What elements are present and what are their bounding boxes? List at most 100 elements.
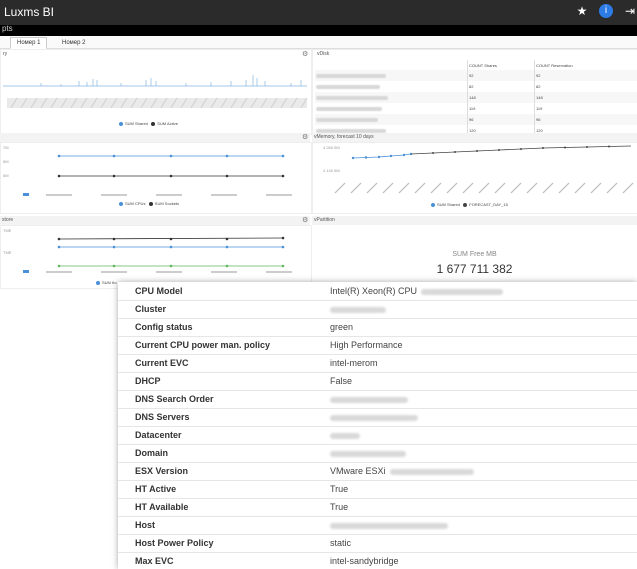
property-value-wrap: VMware ESXi bbox=[330, 466, 474, 476]
panel-header: store bbox=[0, 216, 310, 225]
table-row: 82 82 bbox=[315, 81, 637, 92]
summary-value: 1 677 711 382 bbox=[436, 262, 513, 276]
header-actions: ★ i ⇥ bbox=[575, 4, 637, 18]
property-value: Intel(R) Xeon(R) CPU bbox=[330, 286, 418, 296]
legend-item: SUM Shared bbox=[125, 121, 148, 126]
panel-mid-left: 7M 5M 5M SUM CPUs SUM Sockets bbox=[0, 142, 312, 214]
property-row: DNS Servers bbox=[118, 408, 637, 427]
column-header: COUNT Shares bbox=[467, 60, 535, 70]
properties-popup: CPU Model Intel(R) Xeon(R) CPU Cluster C… bbox=[118, 282, 637, 569]
table-row: 148 148 bbox=[315, 92, 637, 103]
property-value: False bbox=[330, 376, 353, 386]
star-icon[interactable]: ★ bbox=[575, 4, 589, 18]
property-value: intel-sandybridge bbox=[330, 556, 399, 566]
table-row: 119 119 bbox=[315, 103, 637, 114]
property-key: Host Power Policy bbox=[135, 538, 214, 548]
panel-header: vMemory, forecast 10 days bbox=[312, 133, 637, 142]
property-row: Datacenter bbox=[118, 426, 637, 445]
property-key: DNS Servers bbox=[135, 412, 190, 422]
panel-bottom-left: ТМЕ ТМЕ SUM Ко bbox=[0, 225, 312, 289]
panel-mid-right: 4 265 5M 4 140 5M SUM Shared FORECAST_DA… bbox=[312, 142, 637, 214]
property-key: Cluster bbox=[135, 304, 167, 314]
panel-header bbox=[0, 133, 310, 142]
property-row: ESX Version VMware ESXi bbox=[118, 462, 637, 481]
property-key: ESX Version bbox=[135, 466, 189, 476]
property-key: CPU Model bbox=[135, 286, 183, 296]
property-key: Host bbox=[135, 520, 155, 530]
legend: SUM CPUs SUM Sockets bbox=[119, 201, 179, 206]
panel-top-right: vDisk COUNT Shares COUNT Reservation 92 … bbox=[312, 49, 637, 136]
property-row: Max EVC intel-sandybridge bbox=[118, 552, 637, 569]
property-value: VMware ESXi bbox=[330, 466, 386, 476]
property-key: DNS Search Order bbox=[135, 394, 214, 404]
panel-top-left: ry SUM Shared SUM Active bbox=[0, 49, 312, 135]
table-cell: 119 bbox=[467, 103, 535, 114]
property-row: Config status green bbox=[118, 318, 637, 337]
property-value: True bbox=[330, 484, 349, 494]
top-bar: Luxms BI ★ i ⇥ bbox=[0, 0, 637, 25]
table-cell: 96 bbox=[467, 114, 535, 125]
table-cell: 82 bbox=[534, 81, 637, 92]
table-header: COUNT Shares COUNT Reservation bbox=[315, 60, 637, 70]
legend: SUM Ко bbox=[96, 280, 117, 285]
property-row: DHCP False bbox=[118, 372, 637, 391]
property-row: Current EVC intel-merom bbox=[118, 354, 637, 373]
table-cell: 148 bbox=[534, 92, 637, 103]
tab-bar: Номер 1 Номер 2 bbox=[0, 36, 637, 49]
legend-item: SUM Shared bbox=[437, 202, 460, 207]
legend-item: SUM Active bbox=[157, 121, 178, 126]
property-value: static bbox=[330, 538, 352, 548]
line-chart bbox=[23, 236, 292, 273]
panel-header: vPartition bbox=[312, 216, 637, 225]
table-cell: 148 bbox=[467, 92, 535, 103]
property-key: Current CPU power man. policy bbox=[135, 340, 271, 350]
property-value: green bbox=[330, 322, 354, 332]
property-row: Cluster bbox=[118, 300, 637, 319]
legend-item: SUM CPUs bbox=[125, 201, 146, 206]
sub-bar: pts bbox=[0, 24, 637, 36]
property-row: Host bbox=[118, 516, 637, 535]
property-value: intel-merom bbox=[330, 358, 378, 368]
property-row: Host Power Policy static bbox=[118, 534, 637, 553]
tab-1[interactable]: Номер 1 bbox=[10, 37, 48, 49]
gear-icon[interactable]: ⚙ bbox=[302, 50, 308, 58]
breadcrumb: pts bbox=[2, 24, 13, 33]
property-row: Current CPU power man. policy High Perfo… bbox=[118, 336, 637, 355]
property-value-wrap bbox=[330, 394, 408, 404]
panel-title: vMemory, forecast 10 days bbox=[314, 134, 374, 140]
property-value-wrap: Intel(R) Xeon(R) CPU bbox=[330, 286, 504, 296]
property-row: HT Available True bbox=[118, 498, 637, 517]
property-value-wrap bbox=[330, 304, 386, 314]
property-value-wrap bbox=[330, 430, 360, 440]
property-value-wrap bbox=[330, 520, 448, 530]
property-key: Max EVC bbox=[135, 556, 174, 566]
property-value: True bbox=[330, 502, 349, 512]
table-row: 92 92 bbox=[315, 70, 637, 81]
property-row: HT Active True bbox=[118, 480, 637, 499]
panel-title: vPartition bbox=[314, 217, 335, 223]
logout-icon[interactable]: ⇥ bbox=[623, 4, 637, 18]
table-cell: 92 bbox=[534, 70, 637, 81]
table-cell: 92 bbox=[467, 70, 535, 81]
property-key: DHCP bbox=[135, 376, 161, 386]
property-key: Domain bbox=[135, 448, 169, 458]
table-cell: 82 bbox=[467, 81, 535, 92]
property-key: HT Active bbox=[135, 484, 177, 494]
property-value: High Performance bbox=[330, 340, 403, 350]
property-row: CPU Model Intel(R) Xeon(R) CPU bbox=[118, 282, 637, 301]
property-row: Domain bbox=[118, 444, 637, 463]
gear-icon[interactable]: ⚙ bbox=[302, 216, 308, 224]
legend-item: FORECAST_DAY_15 bbox=[469, 202, 508, 207]
legend-item: SUM Ко bbox=[102, 280, 117, 285]
property-row: DNS Search Order bbox=[118, 390, 637, 409]
gear-icon[interactable]: ⚙ bbox=[302, 133, 308, 141]
tab-2[interactable]: Номер 2 bbox=[56, 38, 91, 48]
summary-label: SUM Free MB bbox=[452, 251, 497, 258]
property-value-wrap bbox=[330, 412, 418, 422]
column-header: COUNT Reservation bbox=[534, 60, 637, 70]
table-cell: 119 bbox=[534, 103, 637, 114]
table-row: 96 96 bbox=[315, 114, 637, 125]
info-icon[interactable]: i bbox=[599, 4, 613, 18]
panel-title: vDisk bbox=[317, 51, 330, 57]
property-key: Current EVC bbox=[135, 358, 189, 368]
